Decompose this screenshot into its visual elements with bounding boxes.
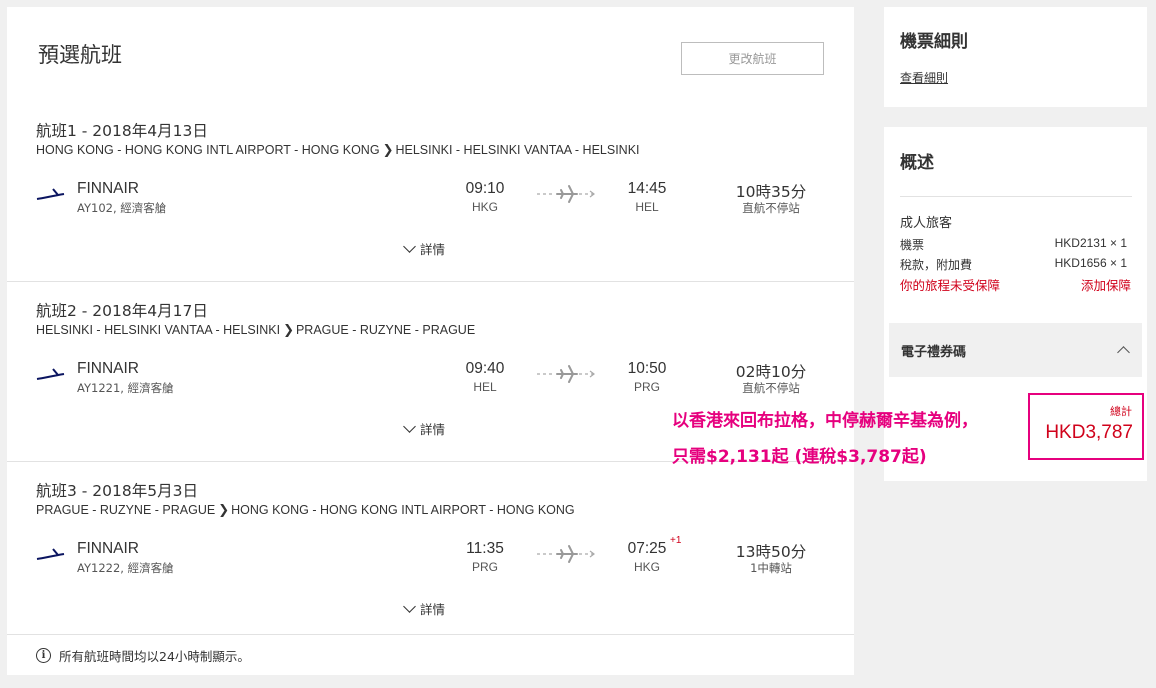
plane-icon xyxy=(537,185,595,203)
stops-info: 1中轉站 xyxy=(750,561,792,575)
plane-icon xyxy=(537,365,595,383)
segment-route: PRAGUE - RUZYNE - PRAGUE ❯ HONG KONG - H… xyxy=(36,502,575,518)
ticket-rules-card: 機票細則 查看細則 xyxy=(884,7,1147,107)
stops-info: 直航不停站 xyxy=(742,381,800,395)
time-format-note: i 所有航班時間均以24小時制顯示。 xyxy=(7,634,854,675)
flight-segment: 航班3 - 2018年5月3日 PRAGUE - RUZYNE - PRAGUE… xyxy=(7,462,854,642)
next-day-badge: +1 xyxy=(670,535,682,546)
details-toggle[interactable]: 詳情 xyxy=(403,239,446,258)
finnair-logo-icon xyxy=(36,188,65,200)
destination-text: HONG KONG - HONG KONG INTL AIRPORT - HON… xyxy=(231,503,575,517)
taxes-value: HKD1656 × 1 xyxy=(1054,256,1127,270)
origin-text: PRAGUE - RUZYNE - PRAGUE xyxy=(36,503,216,517)
add-insurance-link[interactable]: 添加保障 xyxy=(1081,275,1131,294)
route-arrow-icon: ❯ xyxy=(283,322,294,337)
flight-number-class: AY102, 經濟客艙 xyxy=(77,201,167,215)
flight-duration: 02時10分 xyxy=(735,363,807,381)
departure-airport-code: PRG xyxy=(471,560,498,574)
finnair-logo-icon xyxy=(36,368,65,380)
arrival-airport-code: PRG xyxy=(633,380,660,394)
flight-duration: 13時50分 xyxy=(735,543,807,561)
arrival-time: 14:45 xyxy=(627,180,667,197)
taxes-label: 稅款，附加費 xyxy=(900,258,973,272)
plane-icon xyxy=(537,545,595,563)
segment-title: 航班1 - 2018年4月13日 xyxy=(36,122,208,140)
fare-label: 機票 xyxy=(900,238,925,252)
flight-segment: 航班2 - 2018年4月17日 HELSINKI - HELSINKI VAN… xyxy=(7,282,854,462)
promo-text-line1: 以香港來回布拉格，中停赫爾辛基為例， xyxy=(672,411,978,431)
chevron-down-icon xyxy=(403,599,416,613)
chevron-up-icon xyxy=(1117,346,1130,359)
origin-text: HONG KONG - HONG KONG INTL AIRPORT - HON… xyxy=(36,143,380,157)
details-label: 詳情 xyxy=(420,242,446,257)
arrival-time: 07:25 xyxy=(627,540,667,557)
departure-time: 11:35 xyxy=(466,540,504,557)
flight-number-class: AY1221, 經濟客艙 xyxy=(77,381,174,395)
departure-airport-code: HKG xyxy=(471,200,498,214)
page-title: 預選航班 xyxy=(38,44,122,67)
departure-airport-code: HEL xyxy=(473,380,497,394)
total-price-box: 總計 HKD3,787 xyxy=(1028,393,1144,460)
flight-duration: 10時35分 xyxy=(735,183,807,201)
chevron-down-icon xyxy=(403,239,416,253)
airline-name: FINNAIR xyxy=(77,180,139,197)
details-label: 詳情 xyxy=(420,602,446,617)
itinerary-card: 預選航班 更改航班 航班1 - 2018年4月13日 HONG KONG - H… xyxy=(7,7,854,675)
segment-route: HONG KONG - HONG KONG INTL AIRPORT - HON… xyxy=(36,142,640,158)
flight-number-class: AY1222, 經濟客艙 xyxy=(77,561,174,575)
departure-time: 09:40 xyxy=(465,360,505,377)
details-toggle[interactable]: 詳情 xyxy=(403,599,446,618)
promo-text-line2: 只需$2,131起 (連稅$3,787起) xyxy=(672,447,927,467)
chevron-down-icon xyxy=(403,419,416,433)
voucher-label: 電子禮券碼 xyxy=(901,344,967,360)
passenger-type: 成人旅客 xyxy=(900,216,953,231)
details-label: 詳情 xyxy=(420,422,446,437)
airline-name: FINNAIR xyxy=(77,360,139,377)
view-rules-link[interactable]: 查看細則 xyxy=(900,69,948,86)
departure-time: 09:10 xyxy=(465,180,505,197)
insurance-warning: 你的旅程未受保障 xyxy=(900,278,1001,293)
segment-route: HELSINKI - HELSINKI VANTAA - HELSINKI ❯ … xyxy=(36,322,475,338)
e-voucher-toggle[interactable]: 電子禮券碼 xyxy=(889,323,1142,377)
arrival-time: 10:50 xyxy=(627,360,667,377)
destination-text: PRAGUE - RUZYNE - PRAGUE xyxy=(295,323,476,337)
finnair-logo-icon xyxy=(36,548,65,560)
divider xyxy=(900,196,1132,197)
total-price: HKD3,787 xyxy=(1045,422,1133,443)
footer-note-text: 所有航班時間均以24小時制顯示。 xyxy=(59,648,250,664)
destination-text: HELSINKI - HELSINKI VANTAA - HELSINKI xyxy=(395,143,640,157)
details-toggle[interactable]: 詳情 xyxy=(403,419,446,438)
info-icon: i xyxy=(36,647,51,663)
arrival-airport-code: HKG xyxy=(633,560,660,574)
airline-name: FINNAIR xyxy=(77,540,139,557)
route-arrow-icon: ❯ xyxy=(218,502,230,517)
fare-value: HKD2131 × 1 xyxy=(1054,236,1127,250)
total-label: 總計 xyxy=(1110,405,1132,418)
origin-text: HELSINKI - HELSINKI VANTAA - HELSINKI xyxy=(36,323,281,337)
summary-title: 概述 xyxy=(900,153,934,173)
segment-title: 航班3 - 2018年5月3日 xyxy=(36,482,198,500)
stops-info: 直航不停站 xyxy=(742,201,800,215)
arrival-airport-code: HEL xyxy=(635,200,659,214)
segment-title: 航班2 - 2018年4月17日 xyxy=(36,302,208,320)
route-arrow-icon: ❯ xyxy=(382,142,394,157)
rules-title: 機票細則 xyxy=(900,32,968,52)
flight-segment: 航班1 - 2018年4月13日 HONG KONG - HONG KONG I… xyxy=(7,102,854,282)
change-flight-button[interactable]: 更改航班 xyxy=(681,42,824,75)
